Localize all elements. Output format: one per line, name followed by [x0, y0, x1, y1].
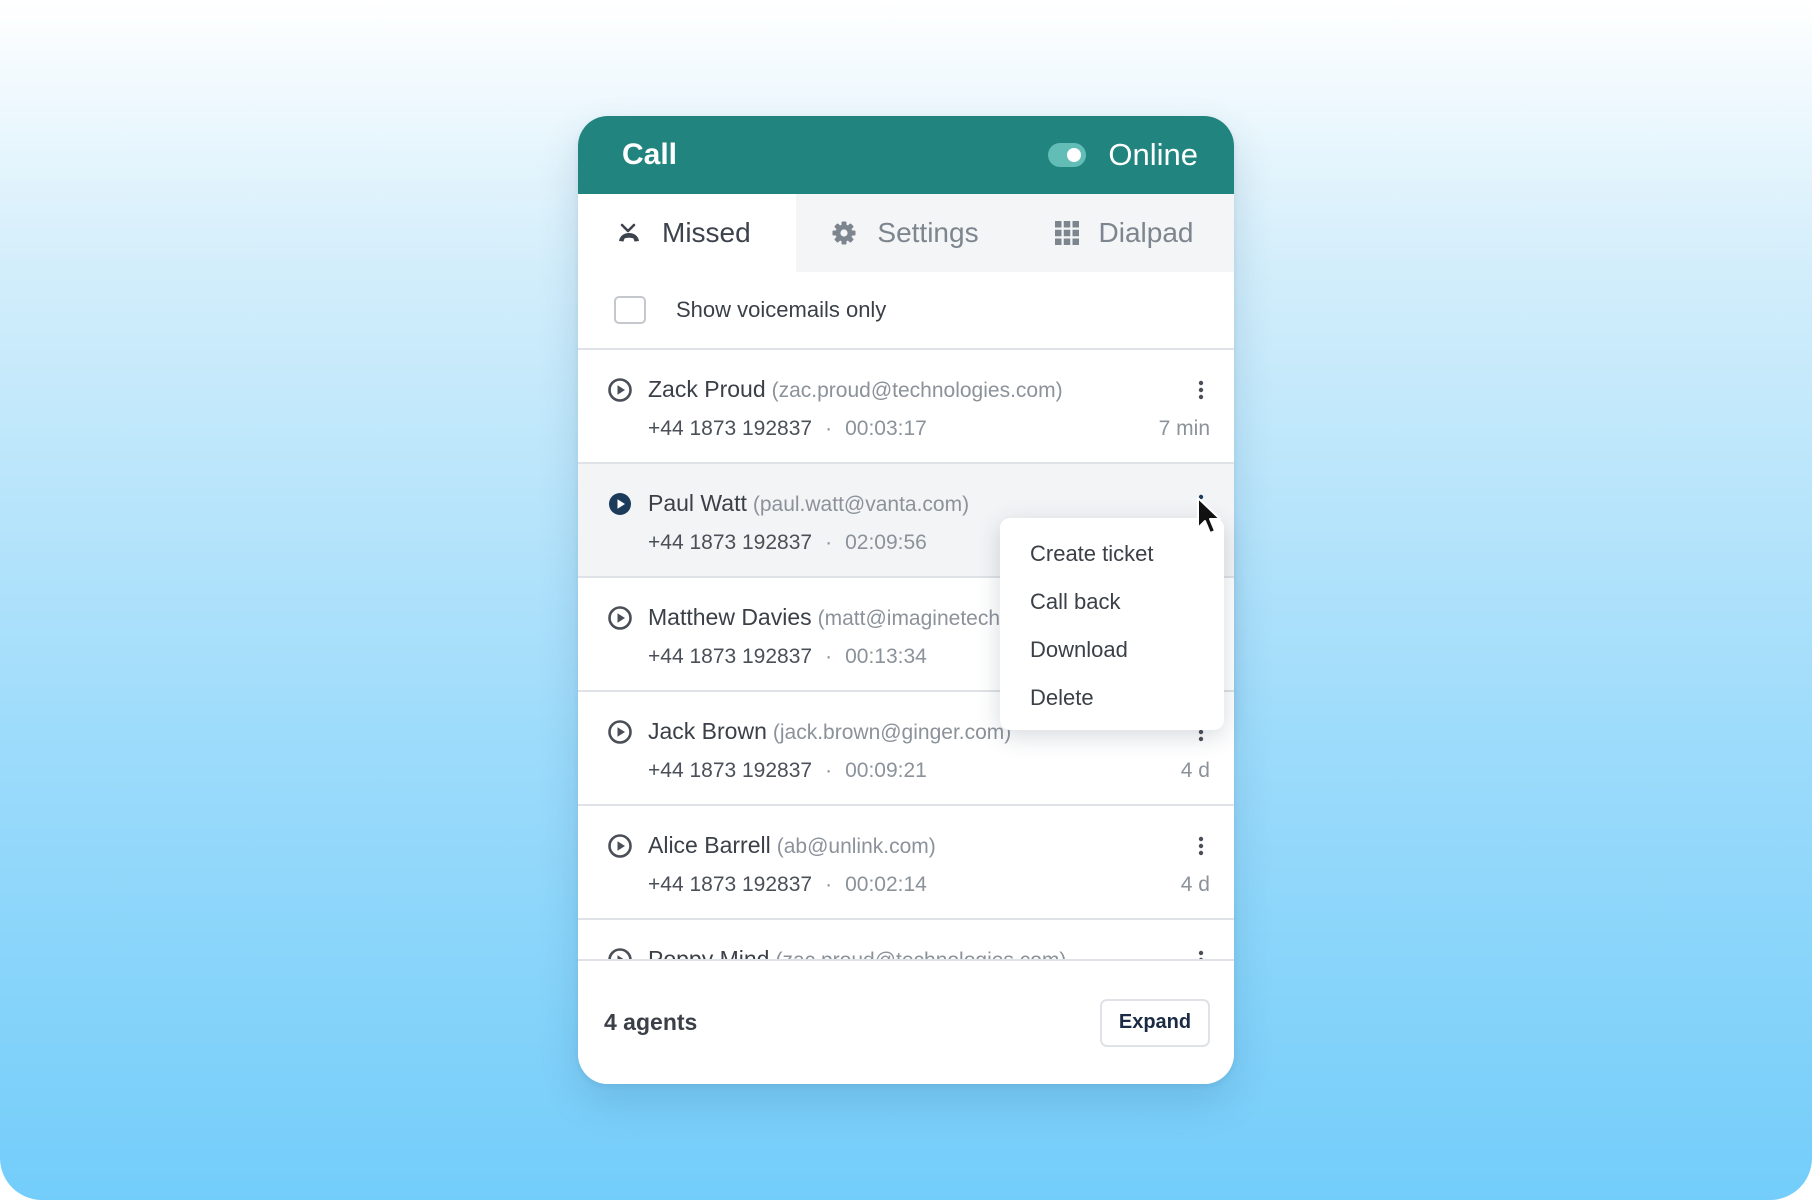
caller-name: Jack Brown	[648, 718, 767, 744]
tab-missed-label: Missed	[662, 217, 751, 248]
call-duration: 02:09:56	[845, 531, 927, 554]
call-details: +44 1873 192837 · 00:03:17	[648, 417, 927, 441]
mouse-cursor-icon	[1197, 497, 1221, 534]
missed-call-icon	[619, 223, 639, 242]
tab-dialpad-label: Dialpad	[1098, 217, 1194, 248]
tab-bar: Missed Settings Dialpad	[578, 194, 1234, 272]
caller-phone: +44 1873 192837	[648, 873, 813, 896]
more-options-icon[interactable]	[1198, 836, 1204, 856]
call-time-ago: 4 d	[1180, 873, 1210, 896]
agents-count: 4 agents	[604, 1009, 698, 1035]
caller-phone: +44 1873 192837	[648, 531, 813, 554]
call-duration: 00:13:34	[845, 645, 927, 668]
separator-dot: ·	[825, 645, 833, 668]
caller-email: (paul.watt@vanta.com)	[752, 493, 970, 516]
separator-dot: ·	[825, 417, 833, 440]
menu-item-create-ticket[interactable]: Create ticket	[1000, 530, 1224, 578]
online-toggle[interactable]	[1048, 143, 1087, 167]
caller-info: Paul Watt (paul.watt@vanta.com)	[648, 490, 969, 517]
call-duration: 00:02:14	[845, 873, 927, 896]
tab-dialpad[interactable]: Dialpad	[1014, 194, 1234, 272]
caller-info: Matthew Davies (matt@imaginetech	[648, 604, 1000, 631]
call-time-ago: 7 min	[1158, 417, 1210, 440]
call-row[interactable]: Zack Proud (zac.proud@technologies.com) +…	[578, 350, 1234, 464]
caller-name: Matthew Davies	[648, 604, 812, 630]
separator-dot: ·	[825, 531, 833, 554]
separator-dot: ·	[825, 873, 833, 896]
caller-info: Jack Brown (jack.brown@ginger.com)	[648, 718, 1011, 745]
dialpad-icon	[1054, 221, 1079, 245]
call-context-menu: Create ticket Call back Download Delete	[1000, 518, 1224, 730]
caller-name: Poppy Mind	[648, 946, 770, 960]
more-options-icon[interactable]	[1198, 380, 1204, 400]
call-details: +44 1873 192837 · 00:02:14	[648, 873, 927, 897]
call-duration: 00:03:17	[845, 417, 927, 440]
caller-phone: +44 1873 192837	[648, 759, 813, 782]
status-label: Online	[1108, 137, 1198, 172]
tab-missed[interactable]: Missed	[578, 194, 796, 272]
call-details: +44 1873 192837 · 00:09:21	[648, 759, 927, 783]
caller-email: (zac.proud@technologies.com)	[771, 379, 1063, 402]
tab-settings-label: Settings	[877, 217, 979, 248]
toggle-knob	[1067, 148, 1082, 162]
menu-item-delete[interactable]: Delete	[1000, 674, 1224, 722]
caller-name: Zack Proud	[648, 376, 766, 402]
status-area: Online	[1048, 137, 1198, 173]
separator-dot: ·	[825, 759, 833, 782]
caller-info: Zack Proud (zac.proud@technologies.com)	[648, 376, 1063, 403]
call-time-ago: 4 d	[1180, 759, 1210, 782]
play-icon[interactable]	[608, 492, 632, 516]
caller-info: Alice Barrell (ab@unlink.com)	[648, 832, 936, 859]
call-details: +44 1873 192837 · 02:09:56	[648, 531, 927, 555]
widget-title: Call	[622, 138, 678, 171]
background: Call Online Missed Settings Dialpad Show…	[0, 0, 1812, 1200]
voicemail-filter: Show voicemails only	[578, 272, 1234, 350]
call-duration: 00:09:21	[845, 759, 927, 782]
caller-name: Paul Watt	[648, 490, 747, 516]
voicemails-only-checkbox[interactable]	[614, 296, 646, 324]
tab-settings[interactable]: Settings	[796, 194, 1014, 272]
voicemails-only-label[interactable]: Show voicemails only	[676, 297, 886, 323]
caller-phone: +44 1873 192837	[648, 645, 813, 668]
play-icon[interactable]	[608, 606, 632, 630]
menu-item-call-back[interactable]: Call back	[1000, 578, 1224, 626]
play-icon[interactable]	[608, 378, 632, 402]
caller-email: (matt@imaginetech	[817, 607, 1001, 630]
menu-item-download[interactable]: Download	[1000, 626, 1224, 674]
gear-icon	[832, 221, 856, 245]
call-row[interactable]: Poppy Mind(zac.proud@technologies.com)	[578, 920, 1234, 960]
caller-email: (ab@unlink.com)	[776, 835, 936, 858]
caller-info: Poppy Mind(zac.proud@technologies.com)	[648, 946, 1066, 960]
caller-name: Alice Barrell	[648, 832, 771, 858]
play-icon[interactable]	[608, 834, 632, 858]
call-row[interactable]: Alice Barrell (ab@unlink.com) +44 1873 19…	[578, 806, 1234, 920]
play-icon[interactable]	[608, 720, 632, 744]
expand-button[interactable]: Expand	[1100, 998, 1210, 1047]
call-details: +44 1873 192837 · 00:13:34	[648, 645, 927, 669]
caller-phone: +44 1873 192837	[648, 417, 813, 440]
widget-header: Call Online	[578, 116, 1234, 194]
caller-email: (jack.brown@ginger.com)	[772, 721, 1012, 744]
widget-footer: 4 agents Expand	[578, 959, 1234, 1084]
